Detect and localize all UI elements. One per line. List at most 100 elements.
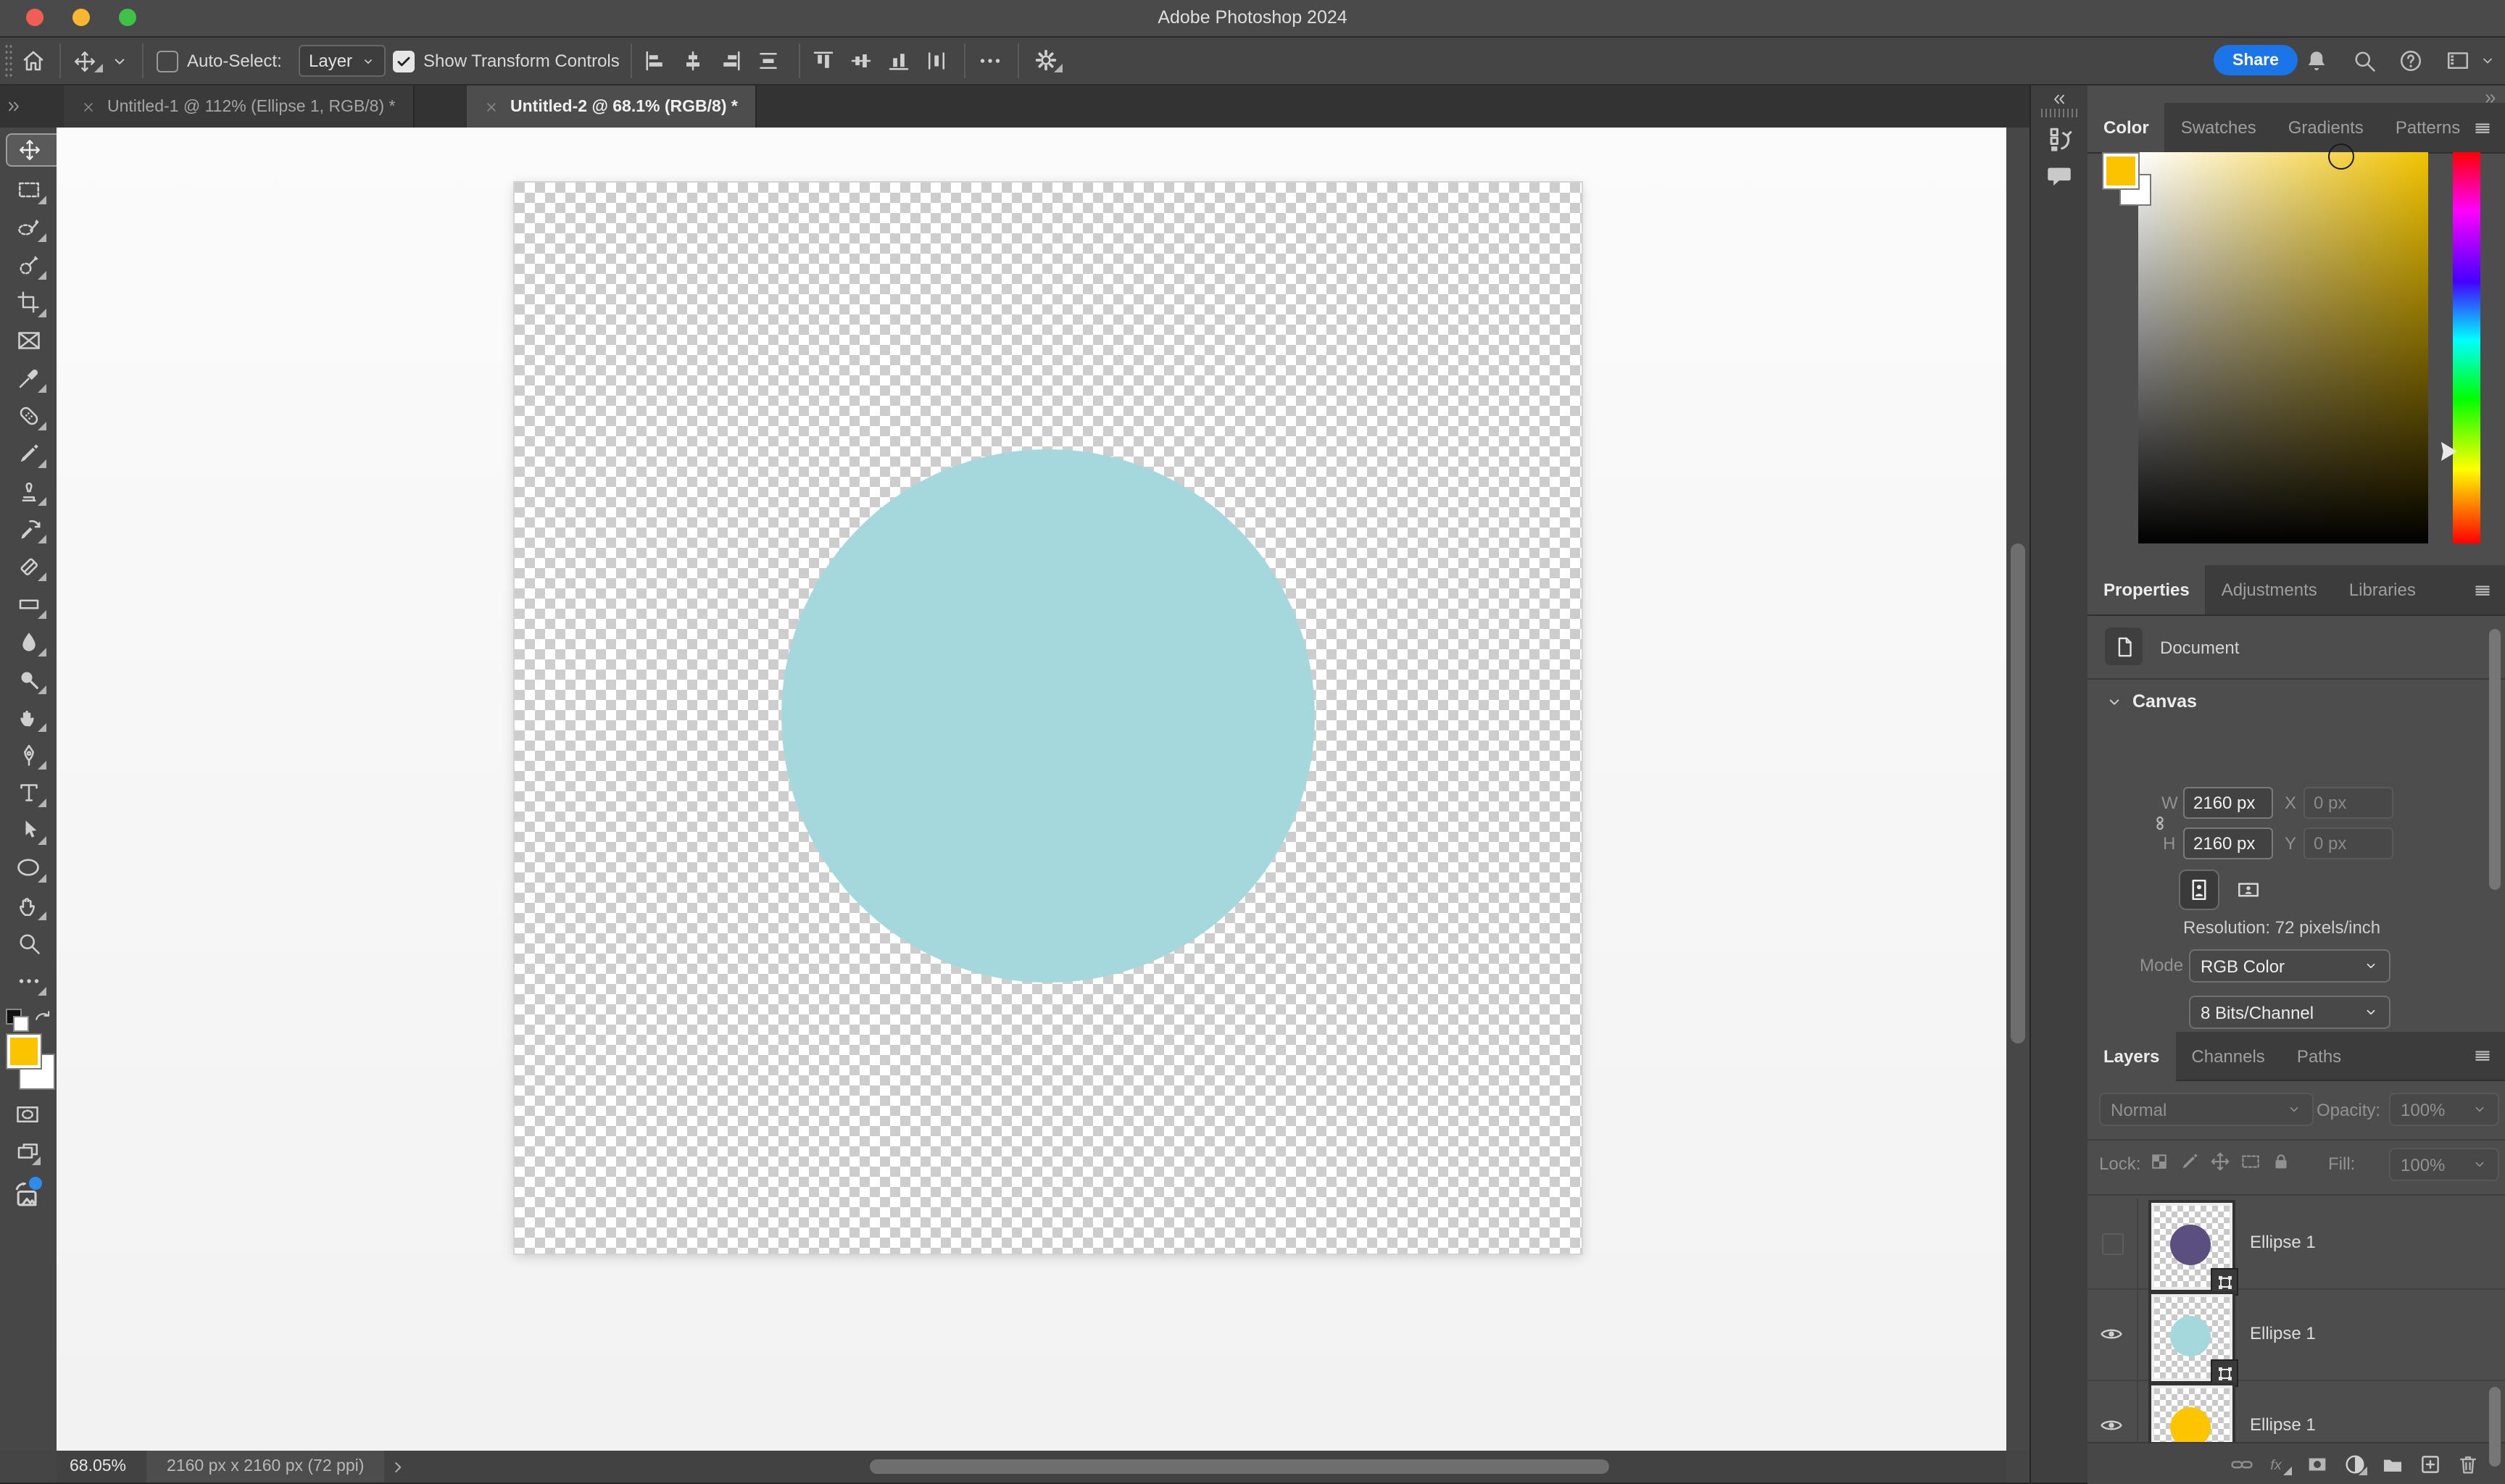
tool-preset-chevron-icon[interactable] xyxy=(110,52,129,71)
canvas-height-field[interactable]: 2160 px xyxy=(2183,828,2273,859)
canvas-width-field[interactable]: 2160 px xyxy=(2183,787,2273,819)
vertical-scrollbar-thumb[interactable] xyxy=(2011,543,2025,1043)
ellipse-shape-layer[interactable] xyxy=(781,449,1315,983)
artboard-transparency-checkerboard[interactable] xyxy=(515,183,1582,1254)
add-layer-mask-icon[interactable] xyxy=(2305,1452,2330,1477)
auto-select-checkbox[interactable] xyxy=(157,51,178,72)
more-options-icon[interactable] xyxy=(977,48,1003,74)
layers-panel-menu-icon[interactable] xyxy=(2472,1046,2493,1065)
new-layer-icon[interactable] xyxy=(2418,1452,2443,1477)
healing-brush-tool[interactable] xyxy=(6,397,51,433)
canvas-workspace[interactable] xyxy=(57,128,2006,1451)
auto-select-target-dropdown[interactable]: Layer xyxy=(299,45,386,77)
tab-adjustments[interactable]: Adjustments xyxy=(2206,565,2333,613)
options-bar-grip[interactable] xyxy=(4,43,13,78)
horizontal-scrollbar-thumb[interactable] xyxy=(870,1459,1609,1474)
edit-toolbar-button[interactable] xyxy=(6,962,51,999)
delete-layer-trash-icon[interactable] xyxy=(2456,1452,2480,1477)
pen-tool[interactable] xyxy=(6,736,51,772)
share-button[interactable]: Share xyxy=(2214,45,2298,75)
canvas-x-field[interactable]: 0 px xyxy=(2303,787,2393,819)
show-transform-checkbox[interactable] xyxy=(393,51,415,72)
distribute-vertical-icon[interactable] xyxy=(755,48,781,74)
layer-name[interactable]: Ellipse 1 xyxy=(2250,1323,2316,1343)
tab-paths[interactable]: Paths xyxy=(2281,1032,2357,1080)
history-brush-tool[interactable] xyxy=(6,510,51,546)
bit-depth-select[interactable]: 8 Bits/Channel xyxy=(2189,996,2390,1029)
notifications-bell-icon[interactable] xyxy=(2303,48,2330,74)
eraser-tool[interactable] xyxy=(6,548,51,584)
close-tab-icon[interactable] xyxy=(81,99,96,114)
layers-scrollbar-thumb[interactable] xyxy=(2489,1387,2501,1467)
new-group-folder-icon[interactable] xyxy=(2380,1452,2405,1477)
properties-scrollbar-thumb[interactable] xyxy=(2489,629,2501,890)
screen-mode-icon[interactable] xyxy=(13,1139,45,1168)
contextual-taskbar-toggle-icon[interactable] xyxy=(12,1180,43,1212)
layer-row-ellipse-1-middle[interactable]: Ellipse 1 xyxy=(2088,1290,2505,1381)
link-layers-icon[interactable] xyxy=(2230,1452,2254,1477)
document-tab-untitled-2[interactable]: Untitled-2 @ 68.1% (RGB/8) * xyxy=(467,86,757,128)
foreground-color-swatch[interactable] xyxy=(7,1035,41,1068)
type-tool[interactable] xyxy=(6,774,51,810)
lock-pixels-icon[interactable] xyxy=(2179,1151,2201,1172)
clone-stamp-tool[interactable] xyxy=(6,472,51,509)
layer-fill-field[interactable]: 100% xyxy=(2389,1148,2499,1181)
mode-select[interactable]: RGB Color xyxy=(2189,949,2390,983)
align-center-horizontal-icon[interactable] xyxy=(680,48,706,74)
lasso-tool[interactable] xyxy=(6,209,51,245)
document-info[interactable]: 2160 px x 2160 px (72 ppi) xyxy=(146,1451,384,1483)
ellipse-shape-tool[interactable] xyxy=(6,849,51,885)
crop-tool[interactable] xyxy=(6,284,51,320)
panel-foreground-swatch[interactable] xyxy=(2103,154,2138,188)
collapse-toolbar-chevrons-icon[interactable] xyxy=(4,97,23,116)
tab-gradients[interactable]: Gradients xyxy=(2272,103,2380,151)
zoom-tool[interactable] xyxy=(6,925,51,961)
lock-all-icon[interactable] xyxy=(2270,1151,2292,1172)
distribute-horizontal-icon[interactable] xyxy=(923,48,950,74)
align-bottom-icon[interactable] xyxy=(886,48,912,74)
current-tool-icon[interactable] xyxy=(72,49,107,75)
visibility-toggle[interactable] xyxy=(2088,1199,2138,1288)
layer-name[interactable]: Ellipse 1 xyxy=(2250,1232,2316,1252)
help-icon[interactable] xyxy=(2398,48,2424,74)
visibility-toggle[interactable] xyxy=(2088,1290,2138,1380)
path-selection-tool[interactable] xyxy=(6,812,51,848)
layer-thumbnail[interactable] xyxy=(2151,1294,2232,1381)
color-field-cursor[interactable] xyxy=(2328,143,2354,170)
search-icon[interactable] xyxy=(2351,48,2377,74)
smudge-tool[interactable] xyxy=(6,699,51,735)
align-right-icon[interactable] xyxy=(718,48,744,74)
orientation-portrait-button[interactable] xyxy=(2180,871,2218,909)
workspace-chevron-icon[interactable] xyxy=(2479,52,2496,70)
tab-patterns[interactable]: Patterns xyxy=(2380,103,2476,151)
frame-tool[interactable] xyxy=(6,322,51,358)
zoom-level-field[interactable]: 68.05% xyxy=(70,1458,126,1475)
adjustment-layer-icon[interactable] xyxy=(2343,1452,2372,1478)
hand-tool[interactable] xyxy=(6,887,51,923)
color-field-gradient[interactable] xyxy=(2138,152,2428,543)
status-chevron-icon[interactable] xyxy=(390,1459,406,1475)
comments-panel-icon[interactable] xyxy=(2044,161,2074,191)
collapse-dock-chevrons-icon[interactable] xyxy=(2050,90,2069,109)
tab-libraries[interactable]: Libraries xyxy=(2333,565,2432,613)
quick-mask-icon[interactable] xyxy=(13,1101,42,1127)
opacity-field[interactable]: 100% xyxy=(2389,1093,2499,1126)
layer-effects-fx-icon[interactable] xyxy=(2267,1452,2296,1478)
orientation-landscape-button[interactable] xyxy=(2230,871,2267,909)
home-icon[interactable] xyxy=(20,48,46,74)
eyedropper-tool[interactable] xyxy=(6,359,51,396)
eye-icon[interactable] xyxy=(2099,1322,2124,1346)
quick-selection-tool[interactable] xyxy=(6,246,51,283)
vertical-scrollbar[interactable] xyxy=(2006,128,2030,1451)
default-colors-icon[interactable] xyxy=(6,1009,26,1029)
properties-panel-menu-icon[interactable] xyxy=(2472,581,2493,600)
align-left-icon[interactable] xyxy=(642,48,668,74)
canvas-section-chevron-icon[interactable] xyxy=(2105,693,2124,712)
history-panel-icon[interactable] xyxy=(2044,123,2076,155)
align-top-icon[interactable] xyxy=(810,48,836,74)
eye-icon[interactable] xyxy=(2099,1413,2124,1438)
tab-channels[interactable]: Channels xyxy=(2175,1032,2280,1080)
close-tab-icon[interactable] xyxy=(484,99,499,114)
layer-thumbnail[interactable] xyxy=(2151,1203,2232,1290)
dodge-tool[interactable] xyxy=(6,661,51,697)
